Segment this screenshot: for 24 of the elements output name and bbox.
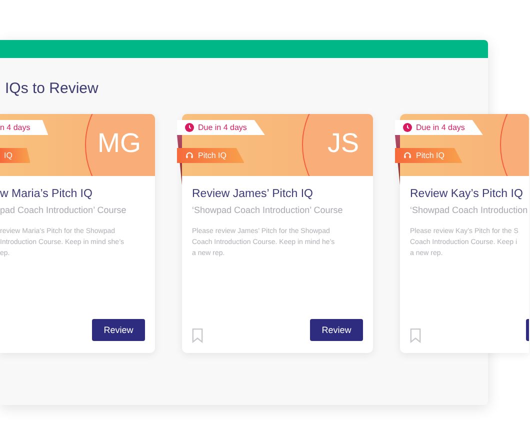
bookmark-icon[interactable] <box>410 328 421 343</box>
card-title: Review Kay’s Pitch IQ <box>410 188 524 200</box>
section-title: IQs to Review <box>4 79 100 99</box>
bookmark-icon[interactable] <box>192 328 203 343</box>
course-name: ‘Showpad Coach Introduction <box>410 205 529 215</box>
card-title: w Maria’s Pitch IQ <box>0 188 94 200</box>
review-button[interactable]: Review <box>310 319 363 341</box>
avatar-initials: MG <box>98 128 141 159</box>
avatar-initials: JS <box>327 128 359 159</box>
review-button[interactable] <box>526 319 529 341</box>
course-name: pad Coach Introduction’ Course <box>0 205 128 215</box>
card-title: Review James’ Pitch IQ <box>192 188 314 200</box>
due-label: n 4 days <box>0 123 30 132</box>
due-label: Due in 4 days <box>416 123 465 132</box>
headset-icon <box>403 151 412 160</box>
clock-icon <box>403 123 412 132</box>
headset-icon <box>185 151 194 160</box>
course-name: ‘Showpad Coach Introduction’ Course <box>192 205 344 215</box>
type-label: IQ <box>4 151 12 160</box>
review-button[interactable]: Review <box>92 319 145 341</box>
clock-icon <box>185 123 194 132</box>
type-label: Pitch IQ <box>416 151 444 160</box>
type-label: Pitch IQ <box>198 151 226 160</box>
due-label: Due in 4 days <box>198 123 247 132</box>
